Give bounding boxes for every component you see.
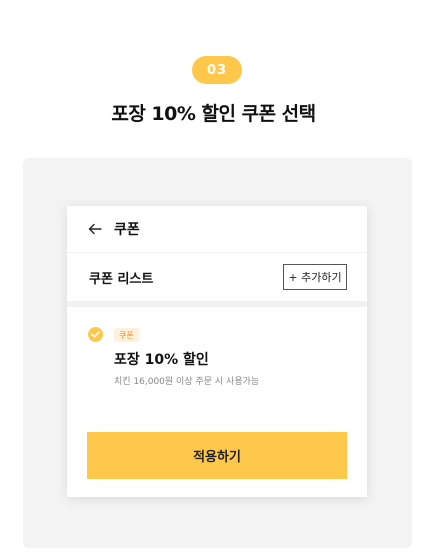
apply-button[interactable]: 적용하기: [87, 432, 347, 479]
arrow-left-icon[interactable]: [88, 222, 102, 236]
check-circle-icon[interactable]: [88, 327, 103, 342]
step-title: 포장 10% 할인 쿠폰 선택: [111, 103, 316, 125]
step-badge: 03: [192, 56, 242, 84]
add-coupon-button[interactable]: + 추가하기: [283, 264, 347, 290]
coupon-name: 포장 10% 할인: [114, 352, 209, 368]
coupon-list-header: 쿠폰 리스트 + 추가하기: [67, 253, 367, 301]
screen-header: 쿠폰: [67, 206, 367, 253]
coupon-description: 치킨 16,000원 이상 주문 시 사용가능: [114, 377, 260, 387]
coupon-screen: 쿠폰 쿠폰 리스트 + 추가하기 쿠폰 포장 10% 할인 치킨 16,000원…: [67, 206, 367, 497]
section-divider: [67, 301, 367, 307]
coupon-list-title: 쿠폰 리스트: [89, 271, 154, 287]
coupon-tag: 쿠폰: [114, 328, 139, 342]
screen-title: 쿠폰: [114, 222, 140, 238]
